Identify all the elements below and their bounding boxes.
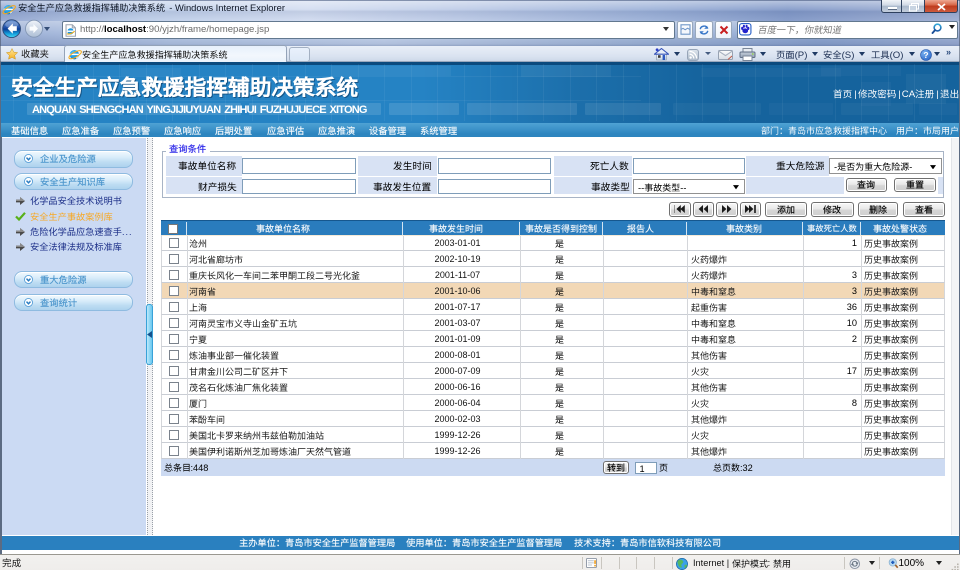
- svg-text:?: ?: [923, 49, 928, 59]
